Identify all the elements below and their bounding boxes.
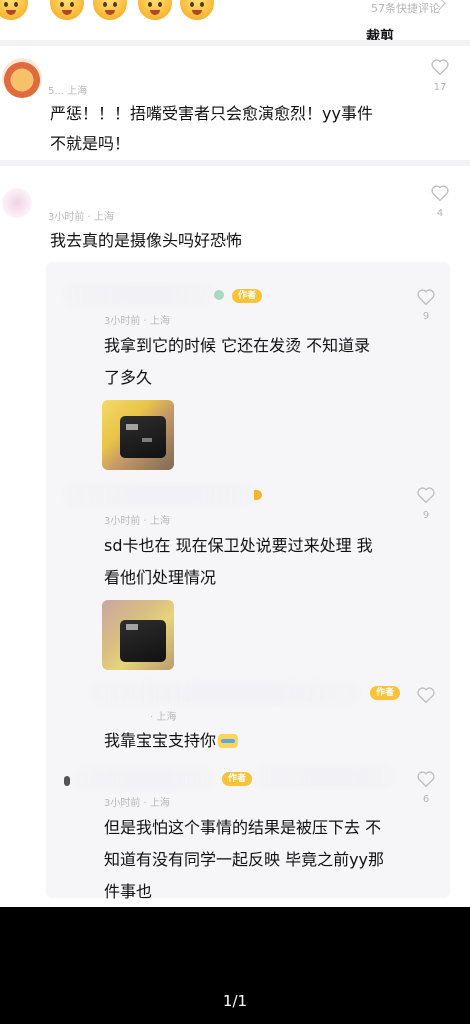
comment-text-line: 我去真的是摄像头吗好恐怖 bbox=[50, 231, 243, 250]
heart-icon[interactable] bbox=[430, 58, 450, 76]
image-viewer-bar: 1/1 bbox=[0, 907, 470, 1024]
reply-meta: 3小时前 · 上海 bbox=[104, 316, 170, 327]
comment-meta: 3小时前 · 上海 bbox=[48, 212, 114, 223]
heart-icon[interactable] bbox=[416, 686, 436, 704]
avatar[interactable] bbox=[2, 188, 32, 218]
quick-comment-link[interactable]: 57条快捷评论 bbox=[371, 0, 440, 16]
reply-meta: 3小时前 · 上海 bbox=[104, 798, 170, 809]
emoji-sticker[interactable] bbox=[180, 0, 214, 20]
reply-text-line: sd卡也在 现在保卫处说要过来处理 我 bbox=[104, 536, 373, 555]
blurred-username bbox=[254, 766, 394, 788]
blurred-username bbox=[90, 682, 360, 704]
blurred-username bbox=[74, 768, 214, 790]
like-count: 4 bbox=[436, 208, 444, 219]
like-count: 6 bbox=[422, 794, 430, 805]
reply-text-line: 了多久 bbox=[104, 368, 153, 387]
avatar[interactable] bbox=[2, 58, 42, 98]
like-count: 9 bbox=[422, 510, 430, 521]
reply-text-line: 我靠宝宝支持你 bbox=[104, 727, 239, 754]
heart-icon[interactable] bbox=[416, 288, 436, 306]
heart-icon[interactable] bbox=[416, 486, 436, 504]
divider bbox=[0, 160, 470, 166]
emoji-sticker[interactable] bbox=[50, 0, 84, 20]
reply-text-line: 件事也 bbox=[104, 882, 153, 901]
heart-icon[interactable] bbox=[416, 770, 436, 788]
reply-text: 我靠宝宝支持你 bbox=[104, 731, 217, 750]
attached-photo[interactable] bbox=[102, 600, 174, 670]
reply-text-line: 看他们处理情况 bbox=[104, 568, 217, 587]
reply-text-line: 知道有没有同学一起反映 毕竟之前yy那 bbox=[104, 850, 385, 869]
heart-icon[interactable] bbox=[430, 184, 450, 202]
attached-photo[interactable] bbox=[102, 400, 174, 470]
emoji-icon bbox=[218, 734, 239, 748]
blurred-username bbox=[64, 484, 254, 506]
emoji-reaction-strip: 57条快捷评论 bbox=[0, 0, 470, 28]
emoji-sticker[interactable] bbox=[93, 0, 127, 20]
page-indicator: 1/1 bbox=[222, 992, 248, 1010]
author-badge: 作者 bbox=[232, 289, 263, 303]
comment-text-line: 不就是吗！ bbox=[50, 134, 131, 153]
reply-text-line: 我拿到它的时候 它还在发烫 不知道录 bbox=[104, 336, 371, 355]
like-count: 9 bbox=[422, 311, 430, 322]
author-badge: 作者 bbox=[222, 772, 253, 786]
author-badge: 作者 bbox=[370, 686, 401, 700]
reply-meta: · 上海 bbox=[150, 712, 177, 723]
reply-text-line: 但是我怕这个事情的结果是被压下去 不 bbox=[104, 818, 382, 837]
avatar bbox=[214, 290, 224, 300]
comment-meta: 5... 上海 bbox=[48, 86, 88, 97]
emoji-sticker[interactable] bbox=[0, 0, 28, 20]
blurred-username bbox=[64, 284, 214, 306]
like-count: 17 bbox=[433, 82, 447, 93]
emoji-sticker[interactable] bbox=[138, 0, 172, 20]
reply-meta: 3小时前 · 上海 bbox=[104, 516, 170, 527]
divider bbox=[0, 40, 470, 46]
avatar bbox=[64, 776, 70, 786]
comment-text-line: 严惩！！！捂嘴受害者只会愈演愈烈！yy事件 bbox=[50, 104, 373, 123]
